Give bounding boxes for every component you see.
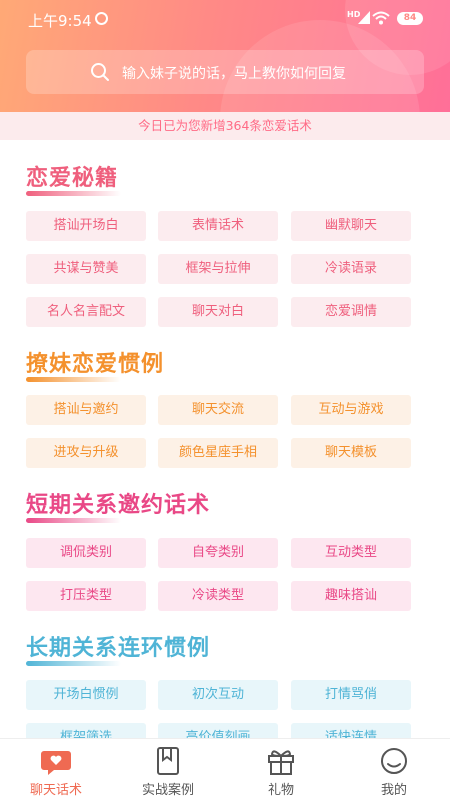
tag-button[interactable]: 聊天对白	[158, 297, 278, 327]
tag-button[interactable]: 适快连情	[291, 723, 411, 738]
section-title: 短期关系邀约话术	[26, 493, 211, 518]
tag-button[interactable]: 高价值刻画	[158, 723, 278, 738]
tag-button[interactable]: 冷读语录	[291, 254, 411, 284]
tag-button[interactable]: 聊天模板	[291, 438, 411, 468]
status-bar: 上午9:54 HD 84	[0, 0, 450, 38]
tag-button[interactable]: 初次互动	[158, 680, 278, 710]
tag-button[interactable]: 趣味搭讪	[291, 581, 411, 611]
tag-button[interactable]: 名人名言配文	[26, 297, 146, 327]
tag-button[interactable]: 搭讪开场白	[26, 211, 146, 241]
tag-button[interactable]: 恋爱调情	[291, 297, 411, 327]
section-title: 长期关系连环惯例	[26, 636, 211, 661]
tag-button[interactable]: 打情骂俏	[291, 680, 411, 710]
chat-bubble-icon	[41, 751, 71, 775]
tag-button[interactable]: 互动与游戏	[291, 395, 411, 425]
tag-button[interactable]: 颜色星座手相	[158, 438, 278, 468]
tag-button[interactable]: 聊天交流	[158, 395, 278, 425]
daily-notice: 今日已为您新增364条恋爱话术	[0, 112, 450, 140]
search-icon	[91, 63, 109, 81]
wifi-icon	[372, 11, 390, 25]
tag-button[interactable]: 搭讪与邀约	[26, 395, 146, 425]
bottom-tab-bar: 聊天话术 实战案例 礼物 我的	[0, 738, 450, 800]
tag-button[interactable]: 共谋与赞美	[26, 254, 146, 284]
header: 上午9:54 HD 84 输入妹子说的话，马上教你如何回复	[0, 0, 450, 112]
tab-chat-scripts[interactable]: 聊天话术	[0, 739, 112, 800]
status-time: 上午9:54	[28, 12, 92, 30]
tag-button[interactable]: 自夸类别	[158, 538, 278, 568]
search-placeholder: 输入妹子说的话，马上教你如何回复	[122, 66, 346, 82]
tab-gifts[interactable]: 礼物	[225, 739, 337, 800]
tag-button[interactable]: 进攻与升级	[26, 438, 146, 468]
section-underline	[26, 377, 121, 382]
section-underline	[26, 518, 121, 523]
signal-icon	[358, 11, 370, 24]
tag-button[interactable]: 互动类型	[291, 538, 411, 568]
search-input[interactable]: 输入妹子说的话，马上教你如何回复	[26, 50, 424, 94]
tag-button[interactable]: 开场白惯例	[26, 680, 146, 710]
section-title: 撩妹恋爱惯例	[26, 352, 165, 377]
gift-icon	[268, 750, 294, 775]
main-content: 恋爱秘籍 搭讪开场白 表情话术 幽默聊天 共谋与赞美 框架与拉伸 冷读语录 名人…	[0, 140, 450, 738]
tag-button[interactable]: 调侃类别	[26, 538, 146, 568]
section-underline	[26, 191, 121, 196]
section-underline	[26, 661, 121, 666]
tag-button[interactable]: 冷读类型	[158, 581, 278, 611]
tab-mine[interactable]: 我的	[338, 739, 450, 800]
alarm-icon	[95, 12, 108, 25]
section-title: 恋爱秘籍	[26, 166, 119, 191]
tab-label: 礼物	[267, 783, 294, 798]
tag-button[interactable]: 框架筛选	[26, 723, 146, 738]
tab-label: 聊天话术	[29, 783, 82, 798]
tag-button[interactable]: 表情话术	[158, 211, 278, 241]
battery-icon: 84	[397, 12, 423, 25]
tag-button[interactable]: 幽默聊天	[291, 211, 411, 241]
tag-button[interactable]: 框架与拉伸	[158, 254, 278, 284]
tag-button[interactable]: 打压类型	[26, 581, 146, 611]
tab-label: 实战案例	[141, 783, 194, 798]
bookmark-icon	[157, 747, 179, 775]
tab-cases[interactable]: 实战案例	[112, 739, 224, 800]
smiley-face-icon	[381, 748, 407, 774]
tab-label: 我的	[380, 783, 407, 798]
